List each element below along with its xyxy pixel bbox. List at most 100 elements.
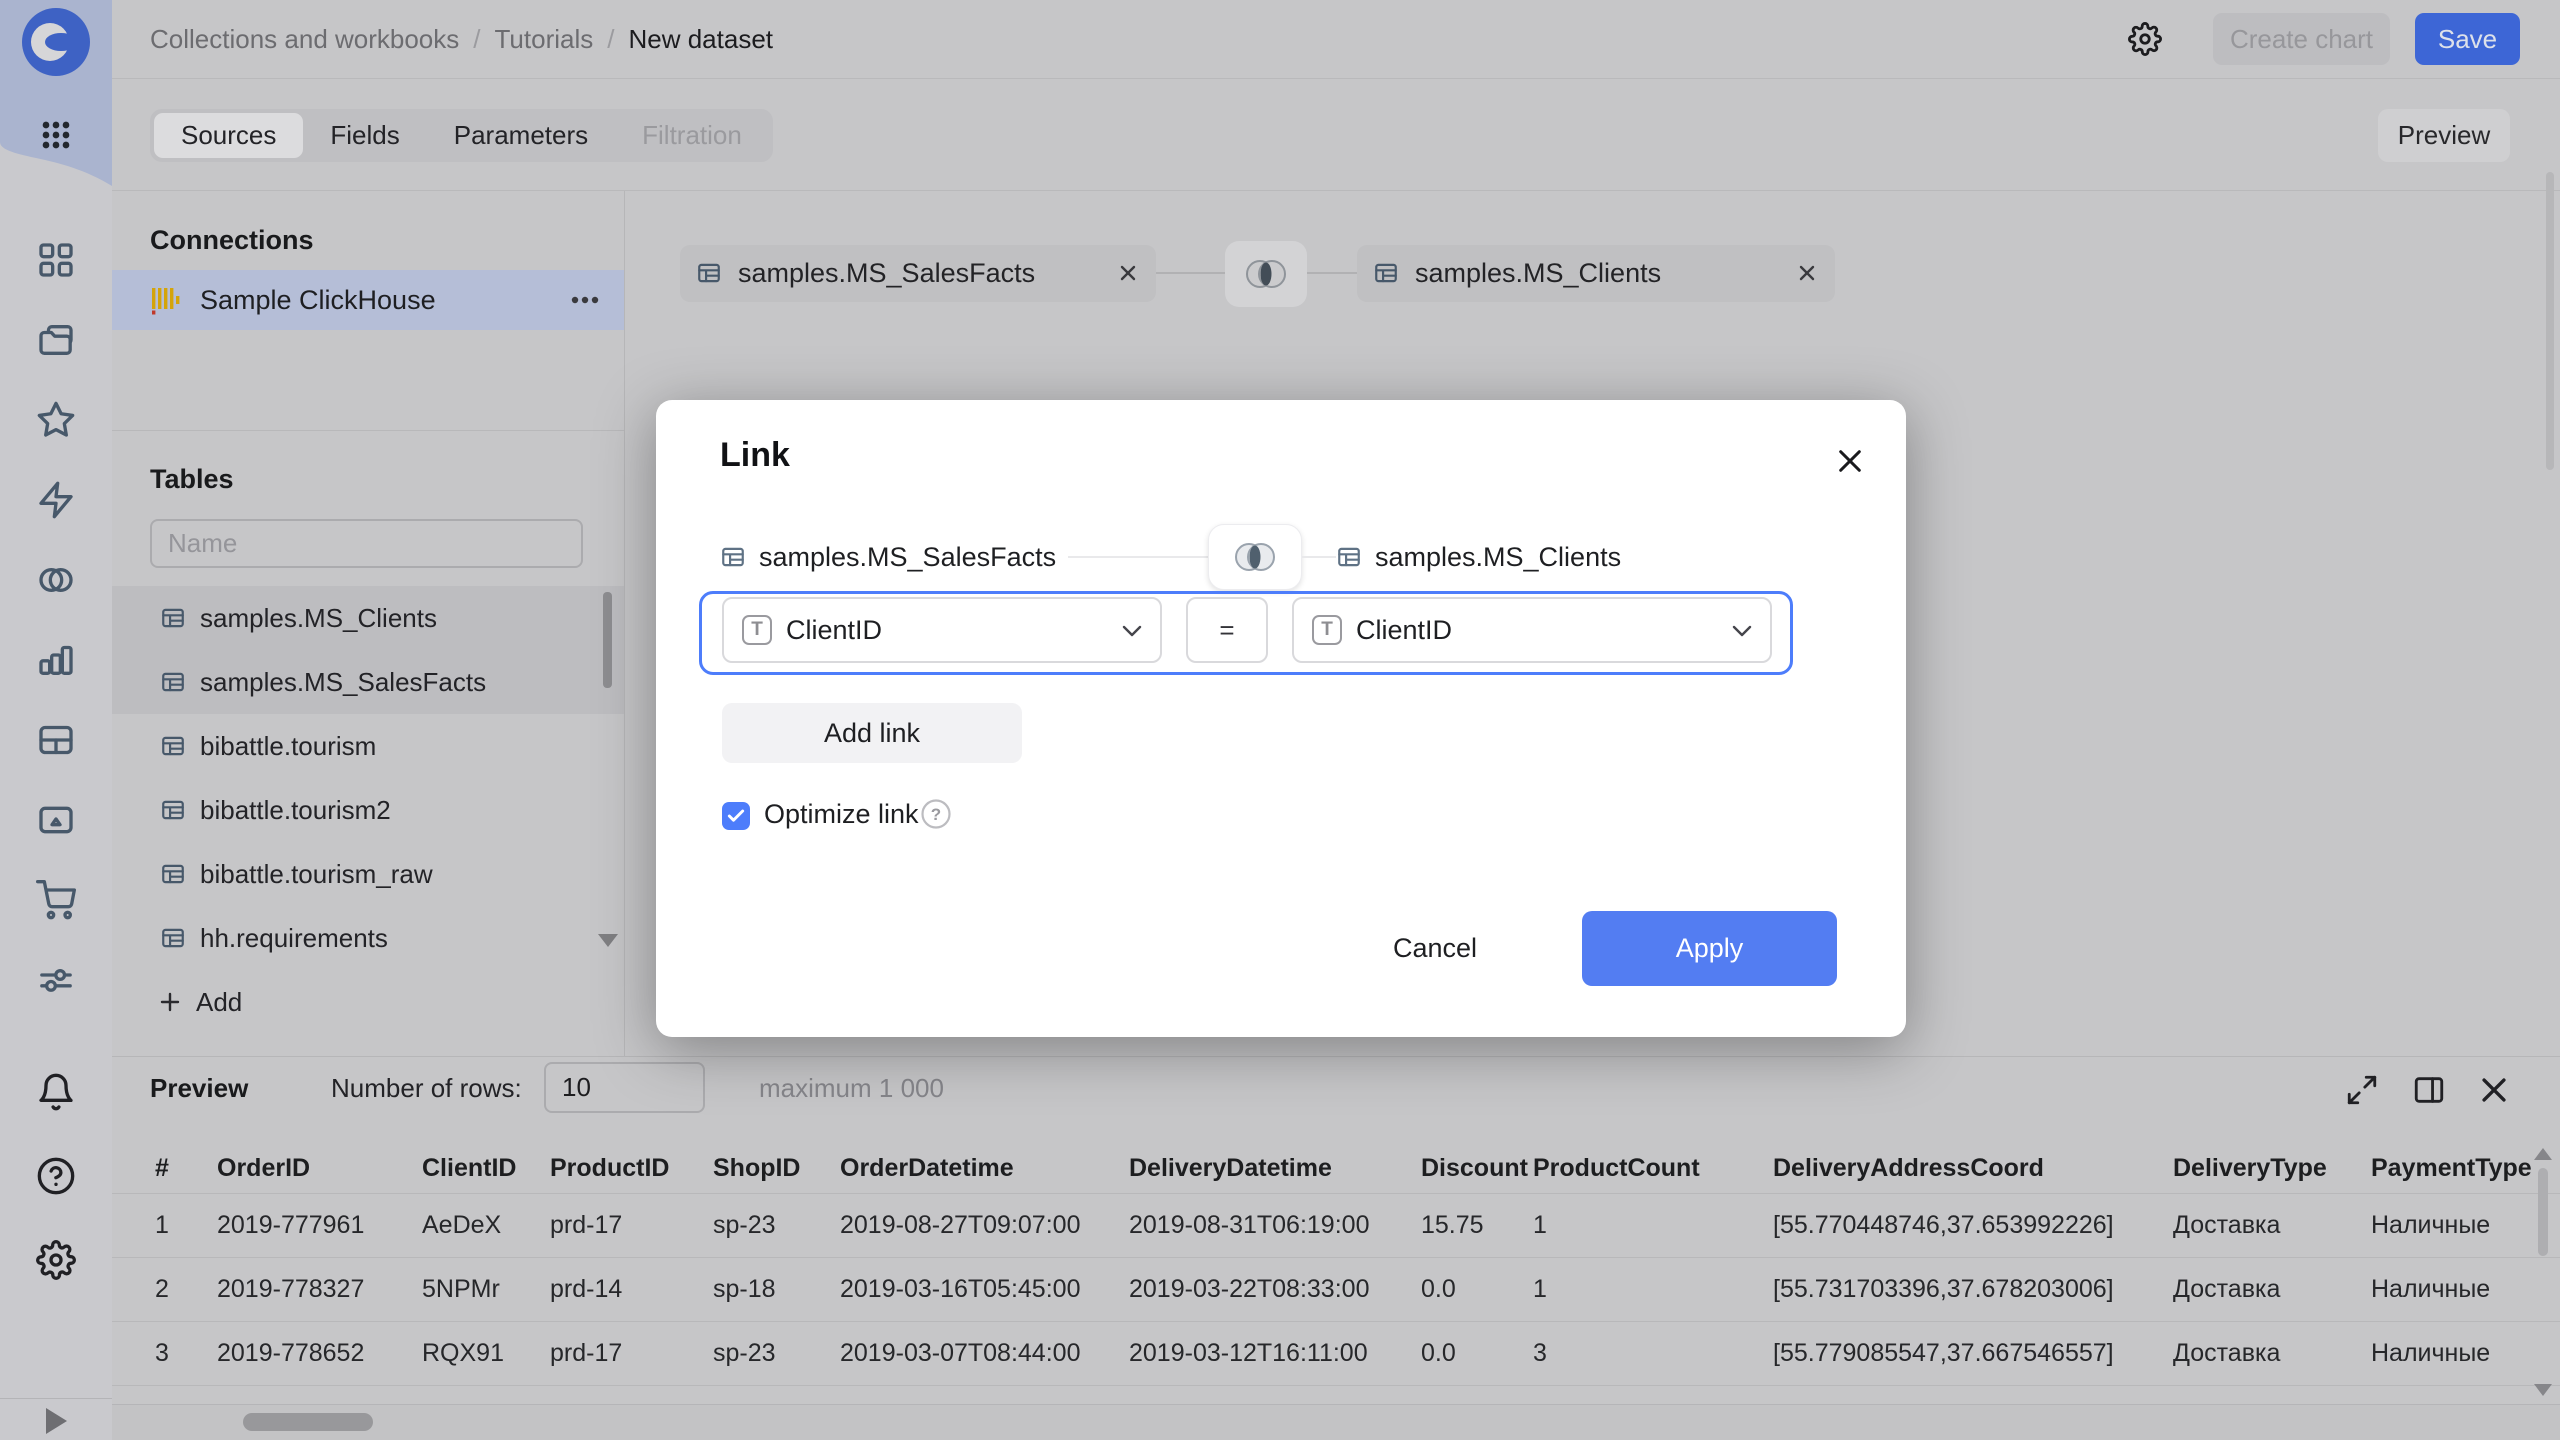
table-cell: 2019-03-16T05:45:00 xyxy=(840,1257,1129,1321)
operator-button[interactable]: = xyxy=(1186,597,1268,663)
table-row: 22019-7783275NPMrprd-14sp-182019-03-16T0… xyxy=(112,1257,2560,1321)
table-icon xyxy=(160,605,186,636)
dataset-settings-gear-icon[interactable] xyxy=(2128,22,2162,56)
connection-item[interactable]: Sample ClickHouse xyxy=(112,270,624,330)
datalens-logo-icon[interactable] xyxy=(20,6,92,78)
favorites-star-icon[interactable] xyxy=(36,400,76,440)
remove-source-icon[interactable] xyxy=(1116,261,1140,285)
source-node-label: samples.MS_Clients xyxy=(1415,245,1661,302)
header-divider xyxy=(112,78,2560,79)
preview-layout-icon[interactable] xyxy=(2412,1073,2446,1107)
table-list-item[interactable]: bibattle.tourism_raw xyxy=(112,842,624,906)
link-dialog: Link samples.MS_SalesFacts samples.MS_Cl… xyxy=(656,400,1906,1037)
breadcrumb-tutorials[interactable]: Tutorials xyxy=(495,24,594,55)
apply-button[interactable]: Apply xyxy=(1582,911,1837,986)
rows-count-input[interactable] xyxy=(544,1062,705,1113)
column-header: ShopID xyxy=(713,1144,840,1193)
marketplace-cart-icon[interactable] xyxy=(36,880,76,920)
table-search-input[interactable] xyxy=(150,519,583,568)
tab-fields[interactable]: Fields xyxy=(303,113,426,158)
scroll-down-icon[interactable] xyxy=(2534,1384,2552,1396)
settings-gear-icon[interactable] xyxy=(36,1240,76,1280)
table-cell: 2019-778652 xyxy=(217,1321,422,1385)
notifications-bell-icon[interactable] xyxy=(36,1072,76,1112)
column-header: OrderDatetime xyxy=(840,1144,1129,1193)
dashboards-icon[interactable] xyxy=(36,720,76,760)
table-cell: 2019-03-12T16:11:00 xyxy=(1129,1321,1421,1385)
connection-menu-icon[interactable] xyxy=(567,285,603,315)
table-cell: 3 xyxy=(1533,1321,1773,1385)
table-cell: 1 xyxy=(112,1193,217,1257)
preview-expand-icon[interactable] xyxy=(2345,1073,2379,1107)
table-list-item[interactable]: bibattle.tourism xyxy=(112,714,624,778)
check-icon xyxy=(726,806,746,826)
table-cell: 2 xyxy=(112,1257,217,1321)
svg-text:?: ? xyxy=(931,805,941,824)
join-type-button[interactable] xyxy=(1208,524,1302,590)
horizontal-scrollbar-thumb[interactable] xyxy=(243,1413,373,1431)
tables-scroll-down-icon[interactable] xyxy=(598,934,618,947)
tab-filtration: Filtration xyxy=(615,113,769,158)
join-type-button[interactable] xyxy=(1225,241,1307,307)
create-chart-button[interactable]: Create chart xyxy=(2213,13,2390,65)
preview-table: #OrderIDClientIDProductIDShopIDOrderDate… xyxy=(112,1144,2560,1386)
chevron-down-icon xyxy=(1732,624,1752,636)
tab-parameters[interactable]: Parameters xyxy=(427,113,615,158)
vertical-scrollbar-thumb[interactable] xyxy=(2538,1168,2548,1256)
collections-icon[interactable] xyxy=(36,320,76,360)
question-circle-icon[interactable]: ? xyxy=(920,798,952,830)
remove-source-icon[interactable] xyxy=(1795,261,1819,285)
horizontal-scrollbar-track[interactable] xyxy=(112,1404,2560,1440)
table-list-item[interactable]: bibattle.tourism2 xyxy=(112,778,624,842)
inner-join-venn-icon xyxy=(1243,254,1289,294)
connections-lightning-icon[interactable] xyxy=(36,480,76,520)
service-settings-sliders-icon[interactable] xyxy=(36,960,76,1000)
save-button[interactable]: Save xyxy=(2415,13,2520,65)
sidebar xyxy=(0,0,112,1440)
tables-title: Tables xyxy=(150,464,234,495)
cancel-button[interactable]: Cancel xyxy=(1375,911,1495,986)
breadcrumb-separator: / xyxy=(473,24,480,55)
charts-bar-icon[interactable] xyxy=(36,640,76,680)
add-link-button[interactable]: Add link xyxy=(722,703,1022,763)
overview-grid-icon[interactable] xyxy=(36,240,76,280)
table-list-item[interactable]: samples.MS_SalesFacts xyxy=(112,650,624,714)
tab-sources[interactable]: Sources xyxy=(154,113,303,158)
connection-name: Sample ClickHouse xyxy=(200,270,436,330)
left-field-select[interactable]: T ClientID xyxy=(722,597,1162,663)
breadcrumb-collections[interactable]: Collections and workbooks xyxy=(150,24,459,55)
dialog-left-table-name: samples.MS_SalesFacts xyxy=(759,542,1056,573)
add-table-button[interactable]: Add xyxy=(112,970,624,1034)
optimize-link-label: Optimize link xyxy=(764,799,919,830)
preview-close-icon[interactable] xyxy=(2477,1073,2511,1107)
expand-sidebar-icon[interactable] xyxy=(46,1408,67,1434)
table-name: samples.MS_SalesFacts xyxy=(200,650,486,714)
breadcrumb-separator: / xyxy=(607,24,614,55)
table-icon xyxy=(160,733,186,764)
table-cell: AeDeX xyxy=(422,1193,550,1257)
table-cell: Наличные xyxy=(2371,1193,2560,1257)
datasets-venn-icon[interactable] xyxy=(36,560,76,600)
left-field-value: ClientID xyxy=(786,615,1108,646)
dialog-title: Link xyxy=(720,436,790,475)
gallery-icon[interactable] xyxy=(36,800,76,840)
table-cell: Доставка xyxy=(2173,1321,2371,1385)
scroll-up-icon[interactable] xyxy=(2534,1148,2552,1160)
dialog-right-table-name: samples.MS_Clients xyxy=(1375,542,1621,573)
tables-scrollbar[interactable] xyxy=(603,592,612,688)
column-header: DeliveryDatetime xyxy=(1129,1144,1421,1193)
table-cell: 15.75 xyxy=(1421,1193,1533,1257)
table-list-item[interactable]: samples.MS_Clients xyxy=(112,586,624,650)
apps-grid-icon[interactable] xyxy=(36,115,76,155)
help-icon[interactable] xyxy=(36,1156,76,1196)
preview-toggle-button[interactable]: Preview xyxy=(2378,109,2510,162)
source-node-salesfacts[interactable]: samples.MS_SalesFacts xyxy=(680,245,1156,302)
optimize-link-checkbox[interactable] xyxy=(722,802,750,830)
source-node-clients[interactable]: samples.MS_Clients xyxy=(1357,245,1835,302)
table-list-item[interactable]: hh.requirements xyxy=(112,906,624,970)
editor-tabs: Sources Fields Parameters Filtration xyxy=(150,109,773,162)
right-field-select[interactable]: T ClientID xyxy=(1292,597,1772,663)
dialog-close-icon[interactable] xyxy=(1834,445,1866,477)
canvas-scrollbar[interactable] xyxy=(2546,172,2554,470)
join-line xyxy=(1302,556,1336,558)
